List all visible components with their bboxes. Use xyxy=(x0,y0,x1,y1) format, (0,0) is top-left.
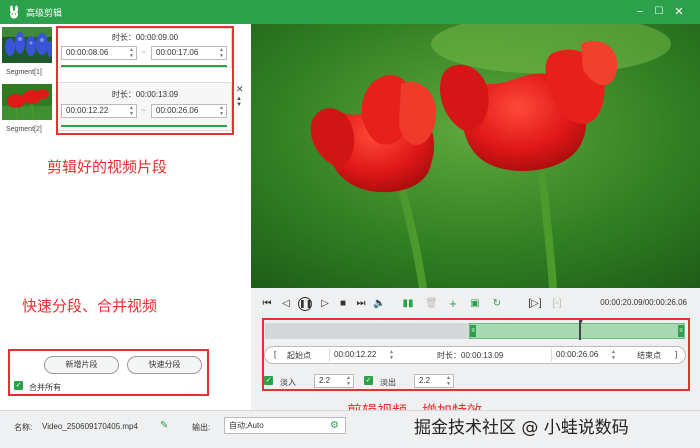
volume-icon[interactable]: 🔈 xyxy=(373,298,385,310)
next-frame-icon[interactable]: ▷ xyxy=(319,298,331,310)
bunny-logo-icon xyxy=(9,5,19,19)
set-end-button[interactable]: 结束点 xyxy=(637,350,661,361)
skip-to-start-icon[interactable]: ⏮ xyxy=(261,298,273,310)
name-label: 名称: xyxy=(14,423,33,432)
segment-2-label: Segment[2] xyxy=(6,126,42,133)
output-label: 输出: xyxy=(192,423,211,432)
stop-icon[interactable]: ■ xyxy=(337,298,349,310)
start-bracket-icon: [ xyxy=(274,350,277,359)
file-name: Video_250609170405.mp4 xyxy=(42,422,138,431)
clip-editor: ≡ ≡ ▼ [ 起始点 00:00:12.22 ▲ ▼ 时长：00:00:13.0… xyxy=(262,319,689,390)
playhead-marker-icon: ▼ xyxy=(577,319,585,326)
fit-icon[interactable]: [▫] xyxy=(549,298,565,310)
merge-all-label: 合并所有 xyxy=(29,383,61,392)
range-start-handle[interactable]: ≡ xyxy=(470,325,477,337)
duration-display: 时长：00:00:13.09 xyxy=(437,351,504,360)
segment-list-panel: Segment[1] 时长：00:00:09.00 00:00:08.06 ▲ ▼… xyxy=(0,24,251,410)
pause-icon[interactable]: ❚❚ xyxy=(298,297,312,311)
segment-1-thumbnail[interactable] xyxy=(2,27,52,63)
fade-in-label: 淡入 xyxy=(280,378,296,387)
split-annotation: 快速分段、合并视频 xyxy=(22,297,158,315)
add-segment-button[interactable]: 新增片段 xyxy=(44,356,119,374)
copy-icon[interactable]: ▣ xyxy=(469,298,481,310)
reorder-arrows-icon[interactable]: ▲ ▼ xyxy=(236,96,242,108)
crop-icon[interactable]: [▷] xyxy=(527,298,543,310)
fade-in-checkbox[interactable]: ✓ xyxy=(264,376,273,385)
video-preview[interactable] xyxy=(251,24,700,288)
window-title: 高级剪辑 xyxy=(26,8,63,18)
previous-frame-icon[interactable]: ◁ xyxy=(280,298,292,310)
spinner-icon[interactable]: ▲ ▼ xyxy=(389,349,394,361)
trim-controls-row: [ 起始点 00:00:12.22 ▲ ▼ 时长：00:00:13.09 00:0… xyxy=(264,346,686,364)
segment-2-thumbnail[interactable] xyxy=(2,84,52,120)
title-bar: 高级剪辑 − ☐ ✕ xyxy=(0,0,700,24)
segments-annotation: 剪辑好的视频片段 xyxy=(47,158,168,176)
timeline-track[interactable]: ≡ ≡ ▼ xyxy=(265,319,685,340)
watermark: 掘金技术社区 @ 小蛙说数码 xyxy=(414,418,629,438)
segments-highlight-box xyxy=(56,26,234,135)
skip-to-end-icon[interactable]: ⏭ xyxy=(355,298,367,310)
output-select[interactable]: 自动;Auto ⚙ xyxy=(224,417,346,434)
gear-icon[interactable]: ⚙ xyxy=(330,418,339,433)
end-bracket-icon: ] xyxy=(675,350,678,359)
remove-segment-icon[interactable]: ✕ xyxy=(236,84,244,95)
delete-icon[interactable]: 🗑 xyxy=(425,298,438,310)
reset-icon[interactable]: ↻ xyxy=(491,298,503,310)
set-start-button[interactable]: 起始点 xyxy=(287,350,311,361)
minimize-icon[interactable]: − xyxy=(632,4,648,20)
fade-in-value: 2.2 xyxy=(319,376,331,385)
end-time-field[interactable]: 00:00:26.06 xyxy=(551,348,613,362)
maximize-icon[interactable]: ☐ xyxy=(651,4,667,20)
spinner-icon[interactable]: ▲ ▼ xyxy=(446,375,451,387)
fade-in-field[interactable]: 2.2 ▲ ▼ xyxy=(314,374,354,388)
spinner-icon[interactable]: ▲ ▼ xyxy=(611,349,616,361)
close-icon[interactable]: ✕ xyxy=(671,4,687,20)
edit-name-icon[interactable]: ✎ xyxy=(160,420,168,431)
output-value: 自动;Auto xyxy=(229,421,264,430)
merge-all-checkbox[interactable]: ✓ xyxy=(14,381,23,390)
playback-timecode: 00:00:20.09/00:00:26.06 xyxy=(600,298,687,307)
fade-out-field[interactable]: 2.2 ▲ ▼ xyxy=(414,374,454,388)
fade-out-value: 2.2 xyxy=(419,376,431,385)
player-controls: ⏮ ◁ ❚❚ ▷ ■ ⏭ 🔈 ▮▮ 🗑 + ▣ ↻ [▷] [▫] 00:00:… xyxy=(251,288,700,320)
quick-split-button[interactable]: 快速分段 xyxy=(127,356,202,374)
fade-out-checkbox[interactable]: ✓ xyxy=(364,376,373,385)
split-icon[interactable]: ▮▮ xyxy=(402,298,414,310)
range-end-handle[interactable]: ≡ xyxy=(677,325,684,337)
start-time-field[interactable]: 00:00:12.22 xyxy=(329,348,391,362)
add-icon[interactable]: + xyxy=(447,297,459,310)
spinner-icon[interactable]: ▲ ▼ xyxy=(346,375,351,387)
segment-1-label: Segment[1] xyxy=(6,69,42,76)
fade-out-label: 淡出 xyxy=(380,378,396,387)
